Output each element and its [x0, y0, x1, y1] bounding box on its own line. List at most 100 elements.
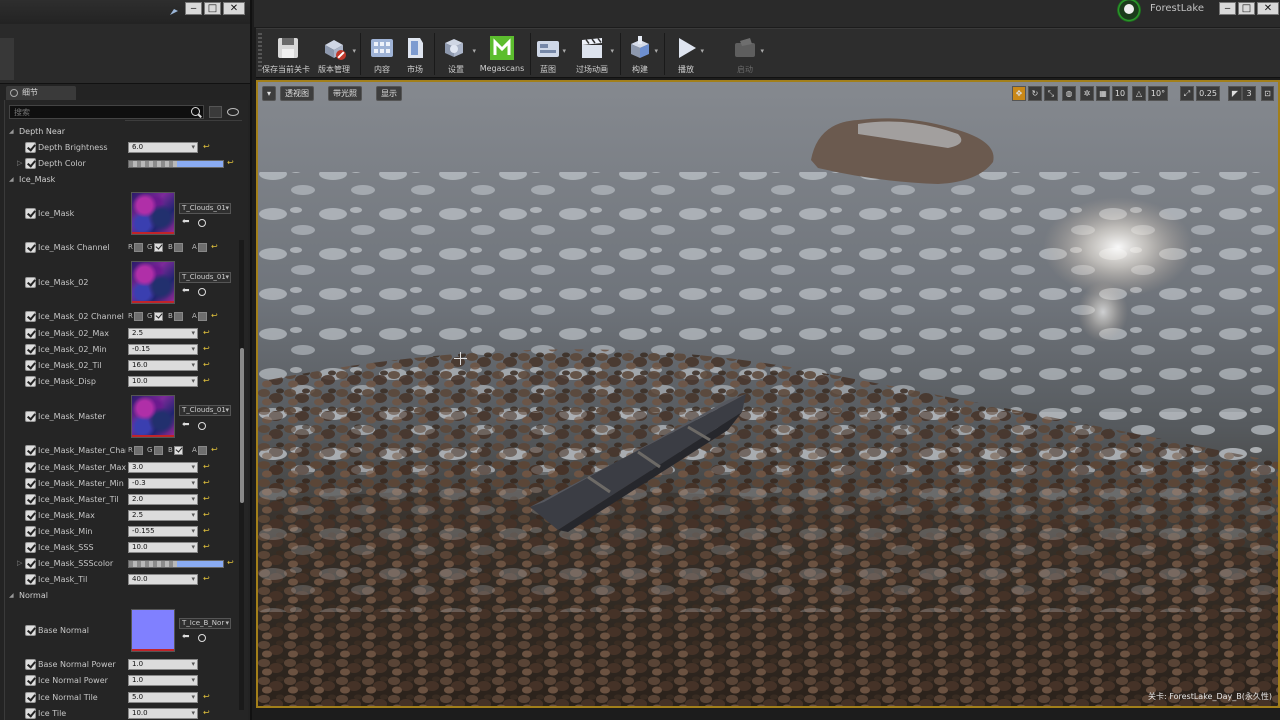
number-field[interactable]: -0.155	[128, 526, 198, 537]
category-normal[interactable]: Normal	[5, 589, 241, 603]
scale-snap-value[interactable]: 0.25	[1196, 86, 1220, 101]
collapsed-panel-tab[interactable]	[0, 38, 14, 80]
override-checkbox[interactable]	[25, 411, 36, 422]
browse-icon[interactable]	[198, 422, 206, 430]
browse-icon[interactable]	[198, 288, 206, 296]
channel-g-checkbox[interactable]	[154, 243, 163, 252]
lit-mode-button[interactable]: 带光照	[328, 86, 362, 101]
reset-icon[interactable]: ↩	[203, 510, 210, 519]
texture-thumbnail[interactable]	[131, 192, 175, 235]
number-field[interactable]: 3.0	[128, 462, 198, 473]
override-checkbox[interactable]	[25, 625, 36, 636]
reset-icon[interactable]: ↩	[211, 445, 218, 454]
override-checkbox[interactable]	[25, 344, 36, 355]
reset-icon[interactable]: ↩	[211, 311, 218, 320]
reset-icon[interactable]: ↩	[227, 558, 234, 567]
reset-icon[interactable]: ↩	[203, 328, 210, 337]
asset-picker[interactable]: T_Ice_B_Nor	[179, 618, 231, 629]
number-field[interactable]: 10.0	[128, 376, 198, 387]
override-checkbox[interactable]	[25, 311, 36, 322]
override-checkbox[interactable]	[25, 708, 36, 719]
expand-icon[interactable]: ▷	[17, 559, 22, 567]
texture-thumbnail[interactable]	[131, 261, 175, 304]
override-checkbox[interactable]	[25, 328, 36, 339]
override-checkbox[interactable]	[25, 478, 36, 489]
override-checkbox[interactable]	[25, 659, 36, 670]
reset-icon[interactable]: ↩	[203, 574, 210, 583]
reset-icon[interactable]: ↩	[203, 478, 210, 487]
channel-r-checkbox[interactable]	[134, 312, 143, 321]
asset-picker[interactable]: T_Clouds_01	[179, 405, 231, 416]
reset-icon[interactable]: ↩	[203, 542, 210, 551]
reset-icon[interactable]: ↩	[203, 494, 210, 503]
minimize-button[interactable]: ‒	[185, 2, 202, 15]
override-checkbox[interactable]	[25, 692, 36, 703]
source-control-button[interactable]: ▾ 版本管理	[314, 31, 356, 77]
build-button[interactable]: ▾ 构建	[624, 31, 658, 77]
override-checkbox[interactable]	[25, 574, 36, 585]
megascans-button[interactable]: Megascans	[478, 31, 526, 77]
override-checkbox[interactable]	[25, 462, 36, 473]
channel-a-checkbox[interactable]	[198, 446, 207, 455]
scale-mode-icon[interactable]: ⤡	[1044, 86, 1058, 101]
use-selected-icon[interactable]: ⬅	[182, 217, 190, 227]
color-swatch[interactable]	[128, 160, 224, 168]
marketplace-button[interactable]: 市场	[400, 31, 430, 77]
property-matrix-icon[interactable]	[209, 106, 222, 118]
channel-b-checkbox[interactable]	[174, 312, 183, 321]
reset-icon[interactable]: ↩	[203, 692, 210, 701]
blueprints-button[interactable]: ▾ 蓝图	[532, 31, 566, 77]
browse-icon[interactable]	[198, 219, 206, 227]
override-checkbox[interactable]	[25, 445, 36, 456]
browse-icon[interactable]	[198, 634, 206, 642]
number-field[interactable]: -0.3	[128, 478, 198, 489]
camera-speed-value[interactable]: 3	[1242, 86, 1256, 101]
eye-icon[interactable]	[227, 108, 239, 116]
reset-icon[interactable]: ↩	[203, 708, 210, 717]
category-ice-mask[interactable]: Ice_Mask	[5, 173, 241, 187]
tab-details[interactable]: 细节	[6, 86, 76, 100]
number-field[interactable]: 10.0	[128, 542, 198, 553]
asset-picker[interactable]: T_Clouds_01	[179, 272, 231, 283]
use-selected-icon[interactable]: ⬅	[182, 420, 190, 430]
override-checkbox[interactable]	[25, 208, 36, 219]
number-field[interactable]: 2.5	[128, 510, 198, 521]
grid-snap-value[interactable]: 10	[1112, 86, 1128, 101]
scene-render[interactable]	[258, 82, 1278, 706]
play-button[interactable]: ▾ 播放	[670, 31, 704, 77]
number-field[interactable]: 6.0	[128, 142, 198, 153]
number-field[interactable]: 1.0	[128, 659, 198, 670]
camera-speed-icon[interactable]: ◤	[1228, 86, 1242, 101]
translate-mode-icon[interactable]: ✥	[1012, 86, 1026, 101]
close-button[interactable]: ✕	[223, 2, 245, 15]
reset-icon[interactable]: ↩	[203, 344, 210, 353]
maximize-button[interactable]: □	[204, 2, 221, 15]
left-window-titlebar[interactable]: ‒ □ ✕	[0, 0, 250, 22]
reset-icon[interactable]: ↩	[203, 376, 210, 385]
save-level-button[interactable]: 保存当前关卡	[258, 31, 314, 77]
number-field[interactable]: 10.0	[128, 708, 198, 719]
channel-r-checkbox[interactable]	[134, 446, 143, 455]
color-swatch[interactable]	[128, 560, 224, 568]
show-button[interactable]: 显示	[376, 86, 402, 101]
override-checkbox[interactable]	[25, 360, 36, 371]
override-checkbox[interactable]	[25, 277, 36, 288]
search-input[interactable]	[9, 105, 204, 119]
reset-icon[interactable]: ↩	[203, 360, 210, 369]
texture-thumbnail[interactable]	[131, 395, 175, 438]
number-field[interactable]: 5.0	[128, 692, 198, 703]
override-checkbox[interactable]	[25, 494, 36, 505]
use-selected-icon[interactable]: ⬅	[182, 286, 190, 296]
channel-g-checkbox[interactable]	[154, 312, 163, 321]
number-field[interactable]: 16.0	[128, 360, 198, 371]
maximize-button[interactable]: □	[1238, 2, 1255, 15]
cinematics-button[interactable]: ▾ 过场动画	[572, 31, 614, 77]
maximize-viewport-icon[interactable]: ⊡	[1261, 86, 1274, 101]
channel-b-checkbox[interactable]	[174, 446, 183, 455]
scrollbar-thumb[interactable]	[240, 348, 244, 503]
number-field[interactable]: 2.0	[128, 494, 198, 505]
minimize-button[interactable]: ‒	[1219, 2, 1236, 15]
world-space-icon[interactable]: ◍	[1062, 86, 1076, 101]
reset-icon[interactable]: ↩	[227, 158, 234, 167]
grid-snap-icon[interactable]: ▦	[1096, 86, 1110, 101]
